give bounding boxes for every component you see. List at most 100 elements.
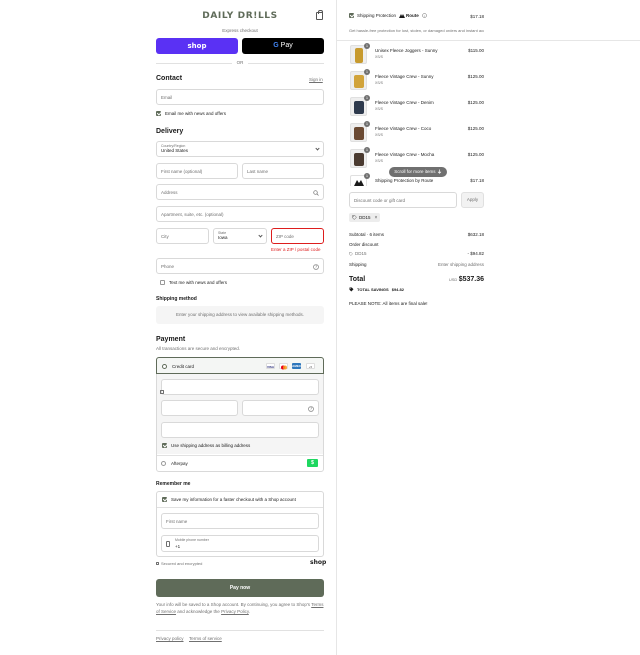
product-variant: XS/S [375, 107, 383, 111]
apartment-field[interactable]: Apartment, suite, etc. (optional) [156, 206, 324, 222]
shipping-protection-row: Shipping Protection Route i [349, 13, 427, 18]
chevron-down-icon [258, 233, 263, 238]
shipping-protection-label: Shipping Protection [357, 13, 397, 18]
afterpay-radio[interactable] [161, 461, 166, 466]
help-circle-icon[interactable]: ? [313, 264, 319, 270]
shipping-protection-price: $17.18 [470, 14, 484, 19]
product-price: $125.00 [467, 126, 484, 131]
subtotal-value: $632.18 [467, 232, 484, 237]
pay-now-button[interactable]: Pay now [156, 579, 324, 597]
product-image [354, 75, 364, 88]
secure-row: Secured and encrypted [156, 561, 202, 566]
billing-address-checkbox[interactable] [162, 443, 167, 448]
route-label: Route [406, 13, 419, 18]
footer-terms-link[interactable]: Terms of service [189, 636, 222, 641]
checkout-form-column: DAILY DR!LLS Express checkout shop G Pay… [0, 0, 337, 655]
phone-field[interactable]: Phone ? [156, 258, 324, 274]
order-discount-label: Order discount [349, 242, 379, 247]
quantity-badge: 1 [364, 69, 370, 75]
legal-end: . [248, 609, 251, 614]
shopping-bag-icon[interactable] [316, 10, 323, 20]
credit-card-option[interactable]: Credit card VISA AMEX +5 [156, 357, 324, 374]
currency-label: USD [448, 277, 458, 283]
visa-logo: VISA [266, 363, 275, 369]
total-amount: USD $537.36 [429, 276, 484, 283]
payment-subtitle: All transactions are secure and encrypte… [156, 346, 241, 351]
zip-placeholder: ZIP code [276, 233, 294, 239]
zip-field[interactable]: ZIP code [271, 228, 324, 244]
shop-first-name-field[interactable]: First name [161, 513, 319, 529]
product-variant: XS/S [375, 133, 383, 137]
discount-code-field[interactable]: Discount code or gift card [349, 192, 457, 208]
shipping-protection-checkbox[interactable] [349, 13, 354, 18]
shipping-protection-note: Get hassle-free protection for lost, sto… [349, 28, 484, 33]
svg-text:?: ? [315, 265, 317, 270]
state-select[interactable]: State Iowa [213, 228, 267, 244]
total-savings-row: TOTAL SAVINGS $94.82 [349, 287, 404, 292]
last-name-field[interactable]: Last name [242, 163, 324, 179]
tag-icon [349, 287, 354, 292]
lock-icon [156, 562, 159, 565]
shop-pay-button[interactable]: shop [156, 38, 238, 54]
zip-error-message: Enter a ZIP / postal code [271, 247, 321, 252]
mobile-phone-field[interactable]: Mobile phone number +1 [161, 535, 319, 552]
product-name: Fleece Vintage Crew - Denim [375, 100, 434, 105]
google-pay-button[interactable]: G Pay [242, 38, 324, 54]
shipping-method-info: Enter your shipping address to view avai… [156, 306, 324, 324]
email-field[interactable]: Email [156, 89, 324, 105]
product-variant: XS/S [375, 81, 383, 85]
product-name: Fleece Vintage Crew - Mocha [375, 152, 435, 157]
total-savings-value: $94.82 [391, 287, 404, 292]
card-number-field[interactable] [160, 379, 319, 395]
footer-privacy-link[interactable]: Privacy policy [156, 636, 184, 641]
email-news-row: Email me with news and offers [156, 111, 226, 116]
city-placeholder: City [161, 233, 169, 239]
text-news-checkbox[interactable] [160, 280, 165, 285]
shipping-value: Enter shipping address [437, 262, 484, 267]
apply-button[interactable]: Apply [461, 192, 484, 208]
secure-label: Secured and encrypted [161, 561, 203, 566]
name-on-card-field[interactable] [161, 422, 319, 438]
credit-card-radio[interactable] [162, 364, 167, 369]
mobile-phone-value: +1 [175, 544, 181, 549]
address-field[interactable]: Address [156, 184, 324, 200]
first-name-field[interactable]: First name (optional) [156, 163, 238, 179]
product-name: Unisex Fleece Joggers - Sunny [375, 48, 438, 53]
save-info-checkbox[interactable] [162, 497, 167, 502]
country-select[interactable]: Country/Region United States [156, 141, 324, 157]
product-price: $115.00 [468, 48, 484, 53]
line-items-list: 1 Unisex Fleece Joggers - Sunny XS/S $11… [349, 41, 489, 186]
privacy-link[interactable]: Privacy Policy [221, 609, 249, 614]
phone-placeholder: Phone [161, 263, 175, 269]
scroll-more-label: Scroll for more items [394, 169, 436, 174]
product-price: $125.00 [467, 74, 484, 79]
tag-icon [352, 215, 357, 220]
express-checkout-title: Express checkout [222, 28, 258, 33]
afterpay-option[interactable]: Afterpay $ [156, 456, 324, 471]
help-circle-icon[interactable]: ? [308, 406, 314, 412]
city-field[interactable]: City [156, 228, 209, 244]
info-icon[interactable]: i [422, 13, 427, 18]
expiration-date-field[interactable] [161, 400, 238, 416]
scroll-more-pill[interactable]: Scroll for more items [389, 167, 447, 177]
chevron-down-icon [315, 146, 320, 151]
country-value: United States [161, 148, 189, 153]
email-placeholder: Email [161, 94, 173, 100]
shop-logo: shop [310, 559, 327, 566]
subtotal-label: Subtotal · 6 items [349, 232, 385, 237]
email-news-checkbox[interactable] [156, 111, 161, 116]
quantity-badge: 1 [364, 173, 370, 179]
shipping-method-heading: Shipping method [156, 296, 197, 302]
security-code-field[interactable]: ? [242, 400, 319, 416]
text-news-label: Text me with news and offers [169, 280, 227, 285]
search-icon [313, 190, 319, 196]
remove-discount-icon[interactable]: × [375, 215, 378, 221]
shipping-label: Shipping [349, 262, 367, 267]
line-item: 1 Fleece Vintage Crew - Coco XS/S $125.0… [349, 121, 489, 145]
order-summary-column: Shipping Protection Route i $17.18 Get h… [337, 0, 640, 655]
sign-in-link[interactable]: Sign in [309, 77, 323, 82]
google-pay-label: Pay [280, 42, 293, 49]
svg-text:?: ? [310, 407, 312, 412]
brand-logo[interactable]: DAILY DR!LLS [156, 11, 324, 21]
total-value: $537.36 [458, 276, 484, 283]
